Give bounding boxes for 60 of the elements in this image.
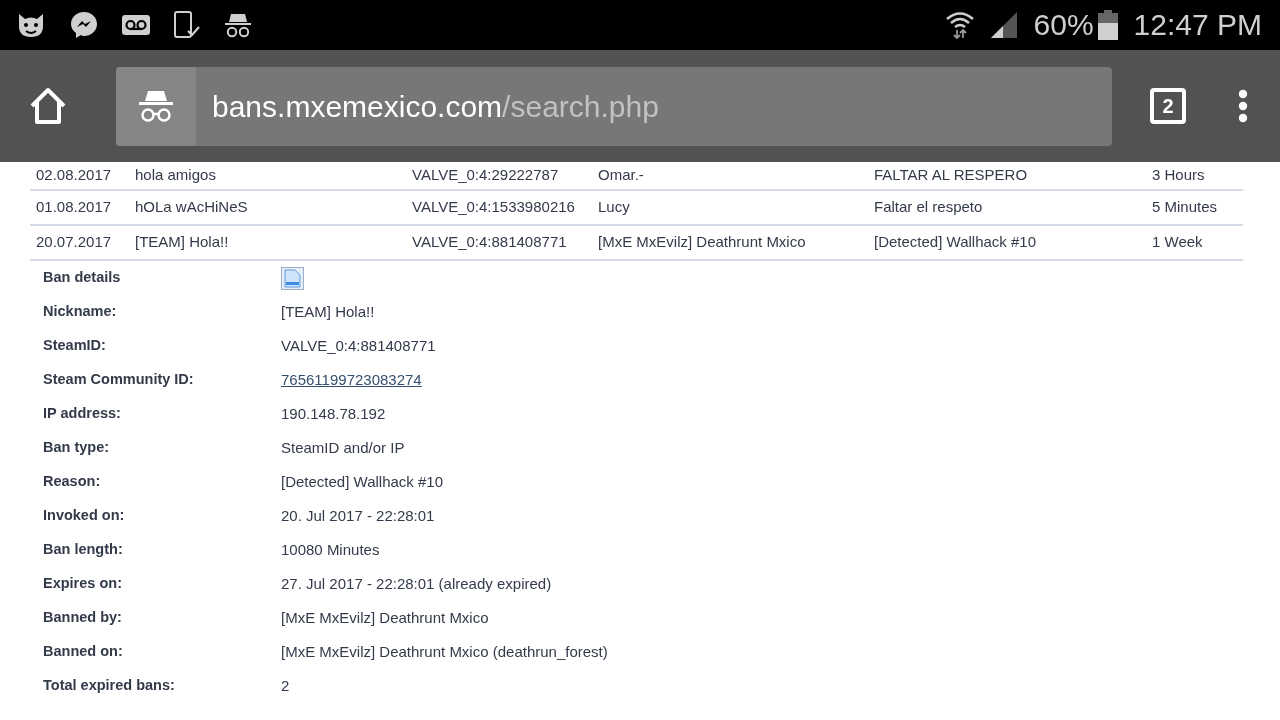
field-label: Banned by:	[43, 609, 122, 626]
field-label: SteamID:	[43, 337, 106, 354]
table-cell: 20.07.2017	[36, 233, 112, 251]
phone-check-icon	[174, 11, 200, 39]
field-value: 190.148.78.192	[281, 404, 386, 422]
table-cell: [TEAM] Hola!!	[135, 233, 229, 251]
table-cell: [MxE MxEvilz] Deathrunt Mxico	[598, 233, 806, 251]
battery-icon	[1097, 10, 1118, 40]
address-bar[interactable]: bans.mxemexico.com/search.php	[116, 66, 1112, 146]
clock-time: 12:47 PM	[1133, 10, 1262, 40]
field-value: 2	[281, 676, 290, 694]
table-cell: Omar.-	[598, 166, 644, 184]
field-value: SteamID and/or IP	[281, 438, 405, 456]
document-icon	[281, 266, 304, 290]
field-label: Steam Community ID:	[43, 371, 194, 388]
field-label: Total expired bans:	[43, 677, 175, 694]
table-cell: hola amigos	[135, 166, 216, 184]
field-value: [MxE MxEvilz] Deathrunt Mxico	[281, 608, 489, 626]
voicemail-icon	[122, 15, 150, 35]
messenger-icon	[70, 11, 98, 39]
signal-icon	[989, 11, 1018, 39]
field-value: 10080 Minutes	[281, 540, 380, 558]
field-value: [MxE MxEvilz] Deathrunt Mxico (deathrun_forest)	[281, 642, 608, 660]
table-cell: 3 Hours	[1152, 166, 1205, 184]
table-cell: VALVE_0:4:1533980216	[412, 198, 575, 216]
field-value: VALVE_0:4:881408771	[281, 336, 436, 354]
table-cell: 1 Week	[1152, 233, 1203, 251]
community-id-link[interactable]: 76561199723083274	[281, 370, 422, 388]
table-cell: hOLa wAcHiNeS	[135, 198, 248, 216]
field-label: Reason:	[43, 473, 101, 490]
field-value: 27. Jul 2017 - 22:28:01 (already expired)	[281, 574, 552, 592]
field-value: 20. Jul 2017 - 22:28:01	[281, 506, 435, 524]
field-label: Ban type:	[43, 439, 110, 456]
field-label: Banned on:	[43, 643, 123, 660]
table-cell: VALVE_0:4:881408771	[412, 233, 567, 251]
field-label: Ban length:	[43, 541, 123, 558]
section-title: Ban details	[43, 269, 121, 286]
wifi-icon	[945, 11, 974, 39]
field-label: IP address:	[43, 405, 121, 422]
home-button[interactable]	[28, 87, 68, 125]
field-value: [TEAM] Hola!!	[281, 302, 375, 320]
incognito-icon	[138, 89, 174, 123]
table-cell: [Detected] Wallhack #10	[874, 233, 1037, 251]
incognito-icon	[224, 12, 252, 38]
battery-percent: 60%	[1033, 10, 1094, 40]
table-cell: 01.08.2017	[36, 198, 112, 216]
field-label: Nickname:	[43, 303, 117, 320]
field-label: Expires on:	[43, 575, 122, 592]
table-cell: Faltar el respeto	[874, 198, 983, 216]
table-cell: FALTAR AL RESPERO	[874, 166, 1028, 184]
tab-count-button[interactable]: 2	[1150, 88, 1186, 124]
field-label: Invoked on:	[43, 507, 125, 524]
url-text: bans.mxemexico.com/search.php	[211, 88, 659, 125]
table-cell: 02.08.2017	[36, 166, 112, 184]
table-cell: Lucy	[598, 198, 630, 216]
menu-button[interactable]	[1238, 89, 1248, 123]
field-value: [Detected] Wallhack #10	[281, 472, 444, 490]
table-cell: VALVE_0:4:29222787	[412, 166, 559, 184]
cat-face-icon	[16, 12, 46, 38]
table-cell: 5 Minutes	[1152, 198, 1218, 216]
